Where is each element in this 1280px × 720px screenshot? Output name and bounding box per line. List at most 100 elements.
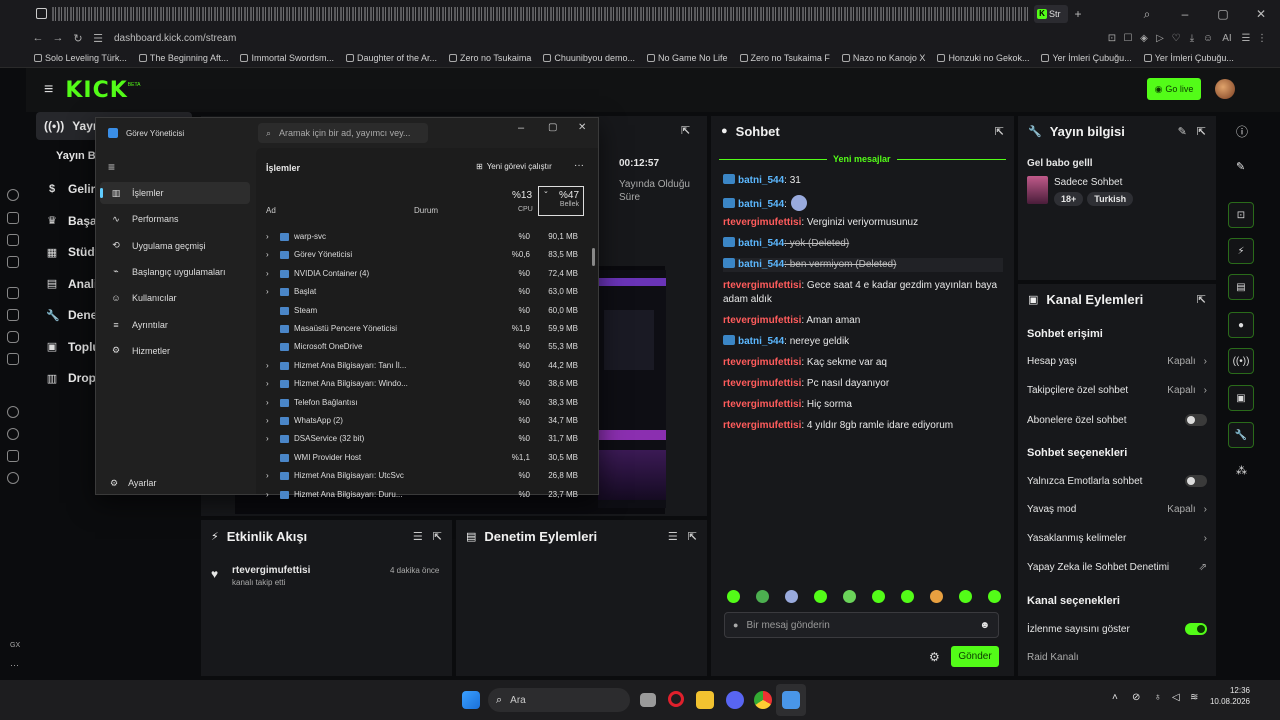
- sidebar-item-1[interactable]: $ Gelir: [46, 182, 95, 196]
- rail-document-icon[interactable]: ▤: [1228, 274, 1254, 300]
- chat-username[interactable]: batni_544: [738, 175, 784, 186]
- sidebar-item-5[interactable]: 🔧 Denet: [46, 308, 101, 322]
- tm-nav-item[interactable]: ▥ İşlemler: [100, 182, 250, 204]
- opera-icon[interactable]: [668, 691, 684, 707]
- emote-icon[interactable]: [988, 590, 1001, 603]
- table-row[interactable]: › DSAService (32 bit) %0 31,7 MB: [256, 430, 598, 448]
- chat-gear-icon[interactable]: ⚙: [929, 650, 940, 664]
- expand-chevron-icon[interactable]: ›: [266, 490, 269, 499]
- bookmark-item[interactable]: Nazo no Kanojo X: [841, 53, 925, 63]
- bookmark-item[interactable]: Honzuki no Gekok...: [937, 53, 1029, 63]
- popout-icon[interactable]: ⇱: [433, 530, 442, 543]
- bookmark-icon[interactable]: ☐: [1120, 33, 1136, 44]
- tm-more-button[interactable]: ···: [574, 160, 584, 171]
- active-tab[interactable]: K Str: [1034, 5, 1068, 23]
- dock-icon-1[interactable]: [7, 189, 19, 201]
- popout-icon[interactable]: ⇱: [995, 125, 1004, 138]
- tm-nav-item[interactable]: ≡ Ayrıntılar: [100, 314, 250, 336]
- minimize-button[interactable]: –: [1166, 7, 1204, 21]
- chat-username[interactable]: batni_544: [738, 259, 784, 270]
- more-icon[interactable]: ···: [10, 660, 19, 670]
- tm-nav-item[interactable]: ⚙ Hizmetler: [100, 340, 250, 362]
- col-status[interactable]: Durum: [414, 206, 438, 215]
- chrome-icon[interactable]: [754, 691, 772, 709]
- reload-icon[interactable]: ↻: [68, 32, 88, 45]
- play-icon[interactable]: ▷: [1152, 33, 1168, 44]
- tm-minimize-button[interactable]: –: [518, 122, 524, 134]
- bookmark-item[interactable]: Daughter of the Ar...: [345, 53, 437, 63]
- expand-chevron-icon[interactable]: ›: [266, 471, 269, 480]
- rail-broadcast-icon[interactable]: ((•)): [1228, 348, 1254, 374]
- chat-message[interactable]: batni_544: 31: [723, 174, 1003, 188]
- chat-message[interactable]: rtevergimufettisi: 4 yıldır 8gb ramle id…: [723, 419, 1003, 433]
- taskbar-search[interactable]: ⌕ Ara: [488, 688, 630, 712]
- col-memory[interactable]: ⌄ %47 Bellek: [538, 186, 584, 216]
- tag[interactable]: Turkish: [1087, 192, 1134, 206]
- chat-message[interactable]: batni_544:: [723, 195, 1003, 212]
- url-field[interactable]: dashboard.kick.com/stream: [114, 33, 1104, 44]
- download-icon[interactable]: ⤓: [1184, 33, 1200, 44]
- volume-icon[interactable]: ◁: [1172, 692, 1180, 703]
- tm-close-button[interactable]: ✕: [578, 122, 586, 133]
- network-icon[interactable]: ⊘: [1132, 692, 1140, 703]
- tm-new-task-button[interactable]: ⊞ Yeni görevi çalıştır: [476, 162, 552, 171]
- bookmark-item[interactable]: Zero no Tsukaima F: [739, 53, 830, 63]
- table-row[interactable]: Masaüstü Pencere Yöneticisi %1,9 59,9 MB: [256, 320, 598, 338]
- bookmark-item[interactable]: No Game No Life: [646, 53, 728, 63]
- emote-icon[interactable]: [785, 590, 798, 603]
- bookmark-item[interactable]: Chuunibyou demo...: [543, 53, 635, 63]
- instagram-icon[interactable]: [7, 331, 19, 343]
- rail-chat-icon[interactable]: ●: [1228, 312, 1254, 338]
- bookmark-item[interactable]: Immortal Swordsm...: [240, 53, 334, 63]
- chat-message[interactable]: rtevergimufettisi: Pc nasıl dayanıyor: [723, 377, 1003, 391]
- chat-username[interactable]: rtevergimufettisi: [723, 315, 801, 326]
- chat-message[interactable]: rtevergimufettisi: Kaç sekme var aq: [723, 356, 1003, 370]
- task-view-icon[interactable]: [640, 693, 656, 707]
- chat-message[interactable]: batni_544: yok (Deleted): [723, 237, 1003, 251]
- emote-icon[interactable]: [727, 590, 740, 603]
- player-icon[interactable]: [7, 406, 19, 418]
- expand-chevron-icon[interactable]: ›: [266, 287, 269, 296]
- popout-icon[interactable]: ⇱: [681, 124, 690, 137]
- table-row[interactable]: › WhatsApp (2) %0 34,7 MB: [256, 412, 598, 430]
- rail-wrench-icon[interactable]: 🔧: [1228, 422, 1254, 448]
- bookmark-item[interactable]: Zero no Tsukaima: [449, 53, 531, 63]
- tm-nav-item[interactable]: ☺ Kullanıcılar: [100, 287, 250, 309]
- col-cpu[interactable]: CPU: [518, 206, 533, 213]
- windows-start-icon[interactable]: [462, 691, 480, 709]
- clock[interactable]: 12:36 10.08.2026: [1206, 685, 1250, 707]
- new-tab-button[interactable]: +: [1068, 7, 1088, 21]
- shield-icon[interactable]: ◈: [1136, 33, 1152, 44]
- edit-icon[interactable]: ✎: [1178, 125, 1187, 138]
- filter-icon[interactable]: ☰: [413, 530, 423, 543]
- expand-chevron-icon[interactable]: ›: [266, 250, 269, 259]
- tm-maximize-button[interactable]: ▢: [548, 122, 557, 133]
- tag[interactable]: 18+: [1054, 192, 1084, 206]
- table-row[interactable]: › Başlat %0 63,0 MB: [256, 283, 598, 301]
- forward-icon[interactable]: →: [48, 32, 68, 44]
- ai-button[interactable]: AI: [1216, 33, 1238, 44]
- back-icon[interactable]: ←: [28, 32, 48, 44]
- chat-username[interactable]: rtevergimufettisi: [723, 280, 801, 291]
- chat-message[interactable]: batni_544: ben vermiyom (Deleted): [723, 258, 1003, 272]
- emotes-only-toggle[interactable]: [1185, 475, 1207, 487]
- table-row[interactable]: › NVIDIA Container (4) %0 72,4 MB: [256, 265, 598, 283]
- expand-chevron-icon[interactable]: ›: [266, 398, 269, 407]
- chat-input[interactable]: ● Bir mesaj gönderin ☻: [724, 612, 999, 638]
- banned-words-row[interactable]: Yasaklanmış kelimeler ›: [1027, 533, 1207, 544]
- new-messages-divider[interactable]: Yeni mesajlar: [719, 154, 1006, 164]
- chat-username[interactable]: rtevergimufettisi: [723, 217, 801, 228]
- tm-nav-item[interactable]: ∿ Performans: [100, 208, 250, 230]
- kick-logo[interactable]: KICK: [65, 78, 127, 103]
- slow-mode-row[interactable]: Yavaş mod Kapalı ›: [1027, 504, 1207, 515]
- emote-icon[interactable]: [872, 590, 885, 603]
- col-cpu-pct[interactable]: %13: [512, 190, 532, 201]
- sidebar-item-2[interactable]: ♛ Başar: [46, 214, 101, 228]
- file-explorer-icon[interactable]: [696, 691, 714, 709]
- bookmark-item[interactable]: Yer İmleri Çubuğu...: [1143, 53, 1234, 63]
- sidebar-item-3[interactable]: ▦ Stüdy: [46, 245, 102, 259]
- chat-username[interactable]: rtevergimufettisi: [723, 357, 801, 368]
- edit-icon[interactable]: ✎: [1236, 160, 1245, 173]
- table-row[interactable]: › Hizmet Ana Bilgisayarı: Windo... %0 38,6 …: [256, 375, 598, 393]
- emote-icon[interactable]: [843, 590, 856, 603]
